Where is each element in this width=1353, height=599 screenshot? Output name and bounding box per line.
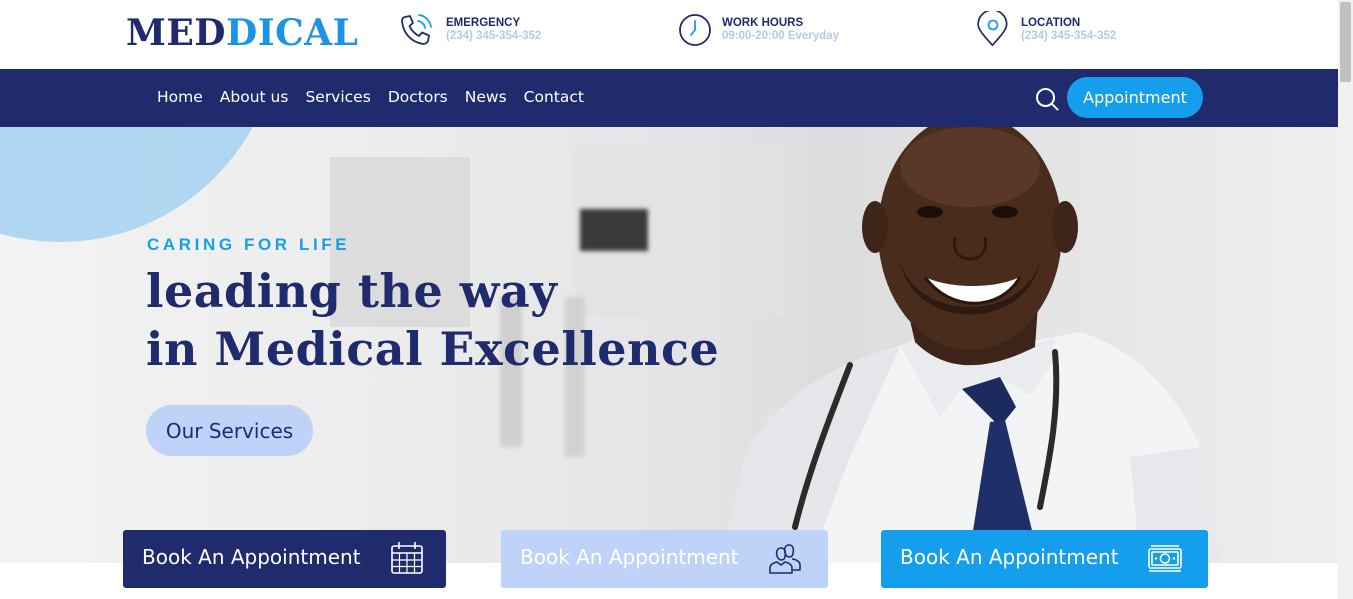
book-appointment-card-3[interactable]: Book An Appointment	[881, 530, 1208, 588]
book-appointment-card-1[interactable]: Book An Appointment	[123, 530, 446, 588]
background-monitor	[580, 209, 648, 251]
location-title: LOCATION	[1021, 17, 1081, 29]
our-services-button[interactable]: Our Services	[146, 405, 313, 456]
nav-link-home[interactable]: Home	[157, 88, 203, 106]
emergency-info: EMERGENCY (234) 345-354-352	[397, 11, 597, 51]
scrollbar-thumb[interactable]	[1340, 2, 1351, 82]
nav-link-services[interactable]: Services	[305, 88, 370, 106]
emergency-value[interactable]: (234) 345-354-352	[446, 30, 541, 42]
site-logo[interactable]: MEDDICAL	[126, 12, 358, 54]
book-appointment-label: Book An Appointment	[900, 545, 1119, 569]
doctor-photo	[720, 127, 1220, 563]
clock-icon	[679, 14, 711, 46]
top-header: MEDDICAL EMERGENCY (234) 345-354-352 WOR…	[0, 0, 1338, 69]
work-hours-value: 09:00-20:00 Everyday	[722, 30, 839, 42]
page-scrollbar[interactable]	[1338, 0, 1353, 599]
hero-section: CARING FOR LIFE leading the way in Medic…	[0, 127, 1338, 563]
logo-part-dical: DICAL	[226, 12, 359, 54]
calendar-icon	[391, 542, 423, 574]
work-hours-info: WORK HOURS 09:00-20:00 Everyday	[673, 11, 893, 51]
hero-headline: leading the way in Medical Excellence	[146, 262, 719, 378]
nav-link-doctors[interactable]: Doctors	[388, 88, 448, 106]
location-pin-icon	[977, 11, 1008, 47]
nav-link-contact[interactable]: Contact	[524, 88, 584, 106]
hero-kicker: CARING FOR LIFE	[147, 235, 351, 254]
phone-icon	[401, 14, 432, 45]
people-icon	[769, 544, 801, 574]
emergency-title: EMERGENCY	[446, 17, 521, 29]
book-appointment-label: Book An Appointment	[520, 545, 739, 569]
location-value: (234) 345-354-352	[1021, 30, 1117, 42]
money-icon	[1148, 545, 1182, 572]
work-hours-title: WORK HOURS	[722, 17, 804, 29]
nav-link-about-us[interactable]: About us	[220, 88, 289, 106]
logo-part-med: MED	[126, 12, 227, 54]
book-appointment-label: Book An Appointment	[142, 545, 361, 569]
hero-headline-line1: leading the way	[146, 264, 558, 318]
appointment-button[interactable]: Appointment	[1067, 77, 1203, 118]
location-info: LOCATION (234) 345-354-352	[972, 11, 1172, 51]
book-appointment-card-2[interactable]: Book An Appointment	[501, 530, 828, 588]
hero-headline-line2: in Medical Excellence	[146, 322, 720, 376]
main-nav: Home About us Services Doctors News Cont…	[0, 69, 1338, 127]
search-icon[interactable]	[1034, 86, 1060, 112]
nav-links: Home About us Services Doctors News Cont…	[157, 88, 601, 106]
decorative-circle	[0, 127, 280, 242]
nav-link-news[interactable]: News	[465, 88, 507, 106]
